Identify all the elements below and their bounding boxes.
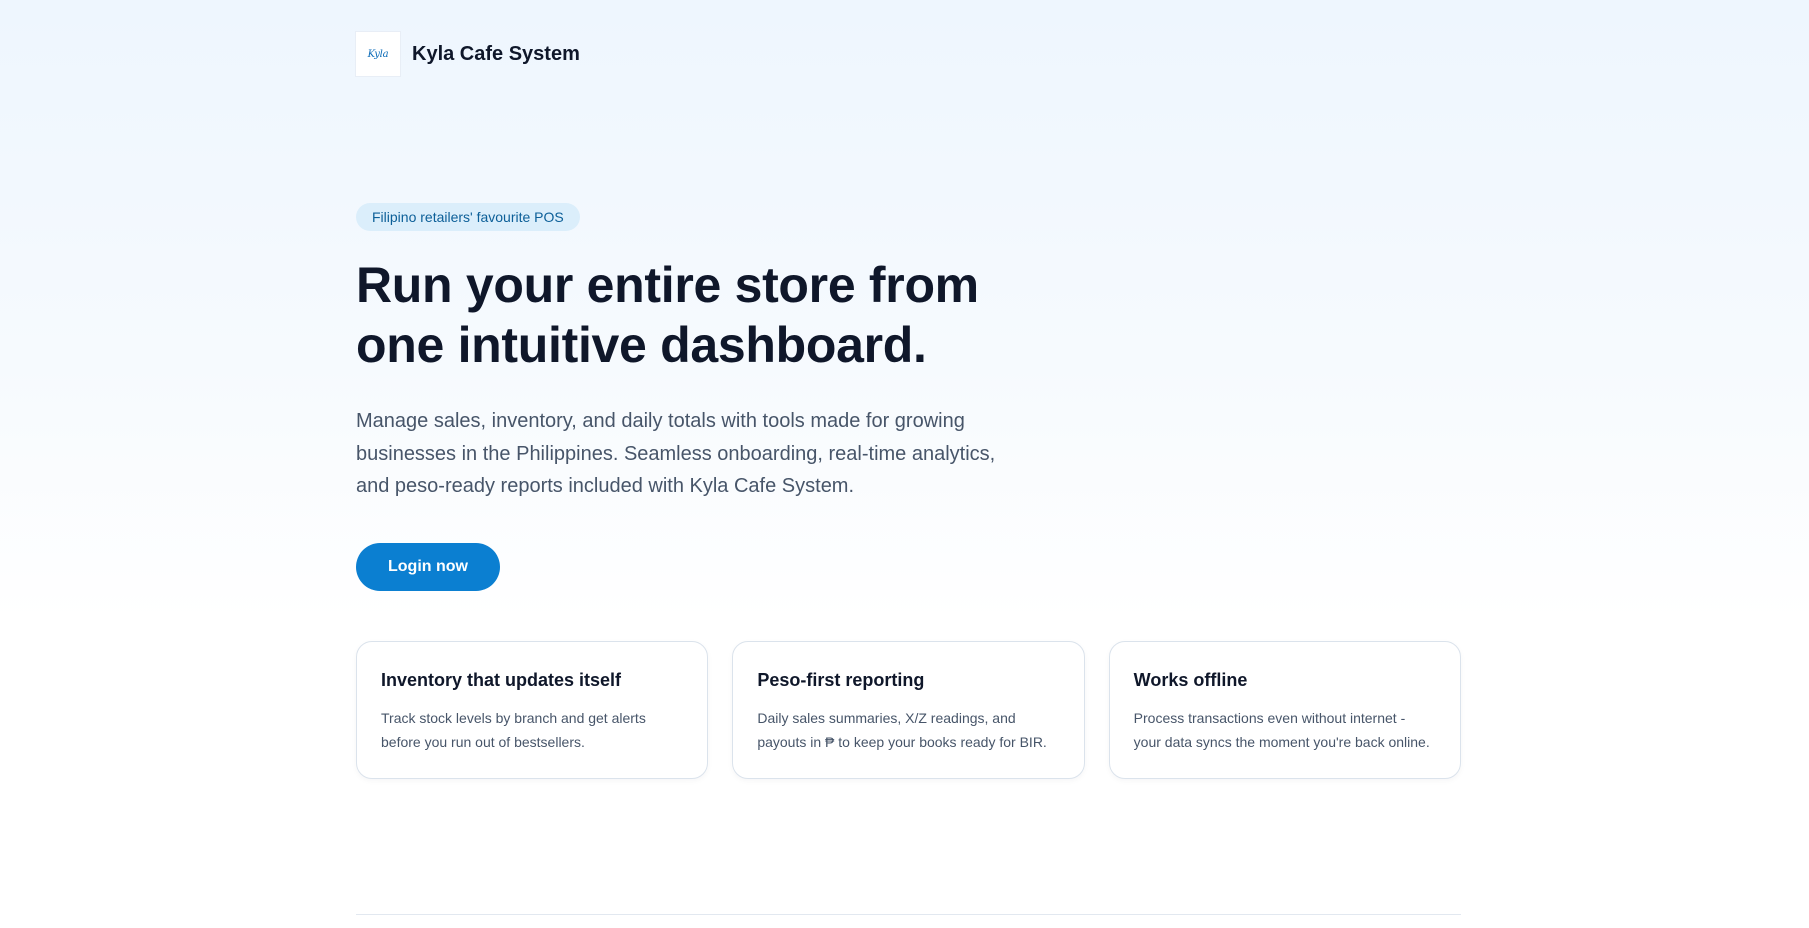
feature-card-title: Peso-first reporting <box>757 670 925 690</box>
hero-section: Filipino retailers' favourite POS Run yo… <box>356 203 1461 591</box>
feature-card-reporting: Peso-first reporting Daily sales summari… <box>732 641 1085 779</box>
site-header: Kyla Kyla Cafe System <box>356 32 1461 76</box>
feature-card-body: Daily sales summaries, X/Z readings, and… <box>757 710 1047 750</box>
feature-card-inventory: Inventory that updates itself Track stoc… <box>356 641 709 779</box>
hero-subtitle: Manage sales, inventory, and daily total… <box>356 410 996 497</box>
feature-card-title: Inventory that updates itself <box>381 670 622 690</box>
feature-card-offline: Works offline Process transactions even … <box>1108 641 1461 779</box>
section-divider <box>356 914 1461 915</box>
app-title[interactable]: Kyla Cafe System <box>412 43 580 66</box>
hero-headline: Run your entire store from one intuitive… <box>356 257 979 373</box>
logo-wordmark: Kyla <box>367 48 389 60</box>
feature-card-body: Process transactions even without intern… <box>1133 710 1430 750</box>
features-list: Inventory that updates itself Track stoc… <box>356 641 1461 779</box>
feature-card-body: Track stock levels by branch and get ale… <box>381 710 646 750</box>
hero-badge: Filipino retailers' favourite POS <box>356 203 580 231</box>
feature-card-title: Works offline <box>1133 670 1248 690</box>
brand-logo[interactable]: Kyla <box>356 32 400 76</box>
login-button[interactable]: Login now <box>356 542 500 591</box>
